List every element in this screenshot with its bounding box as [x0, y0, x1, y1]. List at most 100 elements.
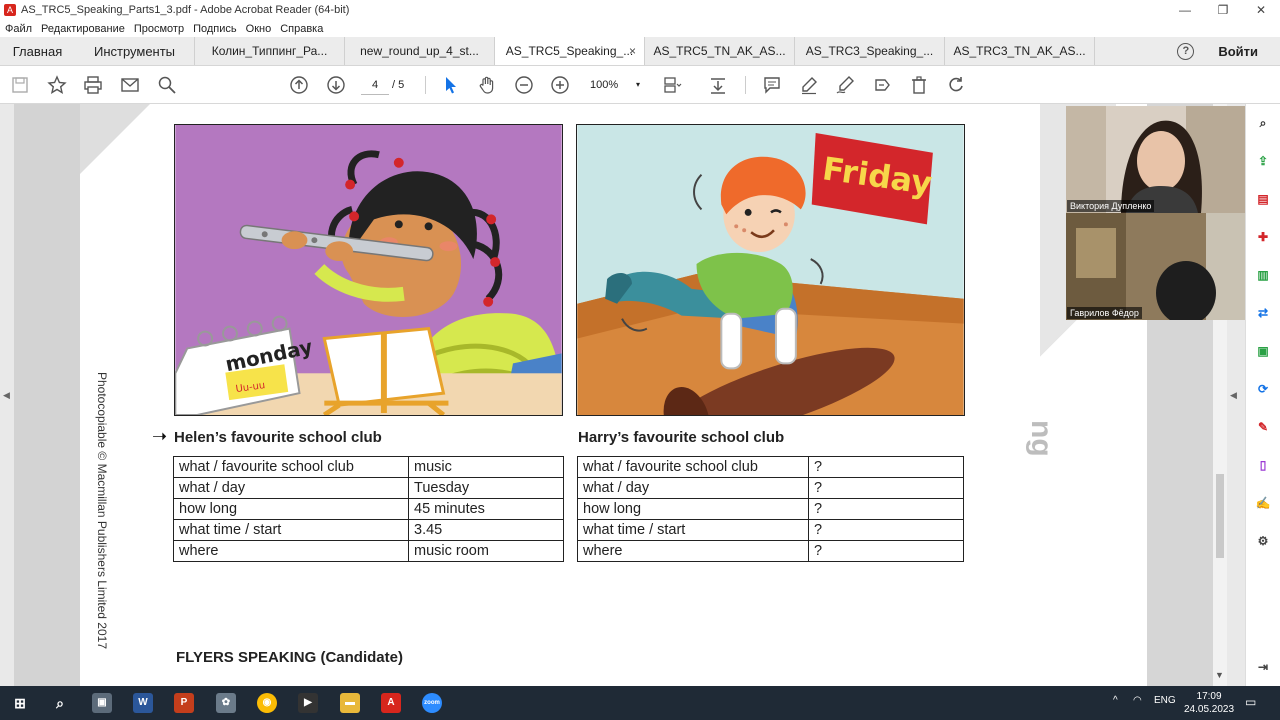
help-icon[interactable]: ? — [1177, 42, 1195, 60]
start-icon[interactable]: ⊞ — [10, 693, 30, 713]
chevron-down-icon: ▾ — [635, 80, 640, 89]
zoom-out-icon[interactable] — [513, 75, 535, 95]
compress-icon[interactable]: ▣ — [1254, 342, 1272, 360]
notifications-icon[interactable]: ▭ — [1245, 695, 1256, 709]
video-tile-1[interactable]: Виктория Дупленко — [1066, 106, 1253, 213]
doc-tab-5[interactable]: AS_TRC3_Speaking_... — [795, 37, 945, 65]
menu-help[interactable]: Справка — [280, 23, 323, 35]
collapse-rail-icon[interactable]: ⇥ — [1254, 658, 1272, 676]
menu-sign[interactable]: Подпись — [193, 23, 237, 35]
left-panel-toggle-icon[interactable]: ◀ — [3, 390, 10, 401]
harry-club-table: what / favourite school club? what / day… — [577, 456, 964, 562]
table-cell: ? — [808, 519, 964, 541]
doc-tab-4[interactable]: AS_TRC5_TN_AK_AS... — [645, 37, 795, 65]
page-display-icon[interactable] — [661, 75, 683, 95]
doc-tab-6[interactable]: AS_TRC3_TN_AK_AS... — [945, 37, 1095, 65]
delete-icon[interactable] — [908, 75, 930, 95]
minimize-button[interactable]: — — [1166, 0, 1204, 20]
scroll-mode-icon[interactable] — [707, 75, 729, 95]
edit-pdf-icon[interactable]: ✚ — [1254, 228, 1272, 246]
document-viewport[interactable]: ◀ ng monday Uu-uu Friday ➝ Helen’s favou… — [0, 104, 1245, 686]
save-icon[interactable] — [9, 75, 31, 95]
table-cell: ? — [808, 540, 964, 562]
highlight-pen-icon[interactable] — [798, 75, 820, 95]
create-pdf-icon[interactable]: ▤ — [1254, 190, 1272, 208]
scroll-down-icon[interactable]: ▼ — [1215, 670, 1224, 680]
close-window-button[interactable]: ✕ — [1242, 0, 1280, 20]
page-down-icon[interactable] — [325, 75, 347, 95]
toolbar-divider — [425, 76, 426, 94]
clock-time: 17:09 — [1196, 691, 1222, 702]
helen-illustration: monday Uu-uu — [174, 124, 563, 416]
zoom-tool-icon[interactable]: ⌕ — [1254, 114, 1272, 132]
star-icon[interactable] — [46, 75, 68, 95]
doc-tab-2[interactable]: new_round_up_4_st... — [345, 37, 495, 65]
table-cell: music room — [408, 540, 564, 562]
hand-tool-icon[interactable] — [476, 75, 498, 95]
media-app-icon[interactable]: ▶ — [298, 693, 318, 713]
zoom-in-icon[interactable] — [549, 75, 571, 95]
app-icon[interactable]: ✿ — [216, 693, 236, 713]
harry-heading: Harry’s favourite school club — [578, 429, 785, 446]
page-gutter-left — [14, 104, 80, 686]
menu-edit[interactable]: Редактирование — [41, 23, 125, 35]
fill-sign-icon[interactable] — [871, 75, 893, 95]
table-cell: how long — [577, 498, 809, 520]
scrollbar-thumb[interactable] — [1216, 474, 1224, 558]
select-cursor-icon[interactable] — [440, 75, 462, 95]
zoom-level-select[interactable]: 100% ▾ — [590, 75, 642, 95]
right-panel-toggle-icon[interactable]: ◀ — [1230, 390, 1237, 401]
page-number-input[interactable]: 4 — [361, 75, 389, 95]
language-indicator[interactable]: ENG — [1154, 695, 1176, 706]
tab-home[interactable]: Главная — [0, 37, 75, 65]
comment-tool-icon[interactable]: ✎ — [1254, 418, 1272, 436]
doc-tab-3-active[interactable]: AS_TRC5_Speaking_... × — [495, 37, 645, 65]
search-taskbar-icon[interactable]: ⌕ — [50, 693, 70, 713]
search-icon[interactable] — [156, 75, 178, 95]
menu-view[interactable]: Просмотр — [134, 23, 184, 35]
table-cell: what time / start — [173, 519, 409, 541]
rotate-icon[interactable] — [945, 75, 967, 95]
toolbar: 4 / 5 100% ▾ — [0, 66, 1280, 104]
menu-window[interactable]: Окно — [246, 23, 272, 35]
combine-files-icon[interactable]: ▥ — [1254, 266, 1272, 284]
table-row: what / favourite school club? — [577, 456, 964, 478]
export-pdf-icon[interactable]: ⇪ — [1254, 152, 1272, 170]
table-cell: what / favourite school club — [577, 456, 809, 478]
login-button[interactable]: Войти — [1218, 44, 1258, 59]
doc-tab-label: new_round_up_4_st... — [360, 44, 479, 58]
word-app-icon[interactable]: W — [133, 693, 153, 713]
table-cell: ? — [808, 498, 964, 520]
more-tools-icon[interactable]: ⚙ — [1254, 532, 1272, 550]
mail-icon[interactable] — [119, 75, 141, 95]
acrobat-taskbar-icon[interactable]: A — [381, 693, 401, 713]
video-tile-2[interactable]: Гаврилов Фёдор — [1066, 213, 1253, 320]
table-row: how long? — [577, 498, 964, 520]
chrome-app-icon[interactable]: ◉ — [257, 693, 277, 713]
explorer-app-icon[interactable]: ▣ — [92, 693, 112, 713]
zoom-app-icon[interactable]: zoom — [422, 693, 442, 713]
table-row: what / favourite school club music — [173, 456, 564, 478]
file-explorer-icon[interactable]: ▬ — [340, 693, 360, 713]
system-clock[interactable]: 17:09 24.05.2023 — [1184, 690, 1234, 716]
draw-icon[interactable] — [834, 75, 856, 95]
fill-sign-tool-icon[interactable]: ▯ — [1254, 456, 1272, 474]
tab-tools[interactable]: Инструменты — [75, 37, 195, 65]
page-up-icon[interactable] — [288, 75, 310, 95]
table-cell: ? — [808, 477, 964, 499]
sign-tool-icon[interactable]: ✍ — [1254, 494, 1272, 512]
close-tab-icon[interactable]: × — [629, 44, 636, 58]
powerpoint-app-icon[interactable]: P — [174, 693, 194, 713]
hand-drawn-arrow-icon: ➝ — [152, 426, 168, 446]
tray-expand-icon[interactable]: ^ — [1113, 695, 1118, 706]
doc-tab-1[interactable]: Колин_Типпинг_Ра... — [195, 37, 345, 65]
comment-icon[interactable] — [761, 75, 783, 95]
protect-icon[interactable]: ⟳ — [1254, 380, 1272, 398]
maximize-button[interactable]: ❐ — [1204, 0, 1242, 20]
clock-date: 24.05.2023 — [1184, 704, 1235, 715]
table-row: what / day? — [577, 477, 964, 499]
print-icon[interactable] — [82, 75, 104, 95]
menu-file[interactable]: Файл — [5, 23, 32, 35]
organize-pages-icon[interactable]: ⇄ — [1254, 304, 1272, 322]
wifi-icon[interactable]: ◠ — [1133, 695, 1142, 706]
